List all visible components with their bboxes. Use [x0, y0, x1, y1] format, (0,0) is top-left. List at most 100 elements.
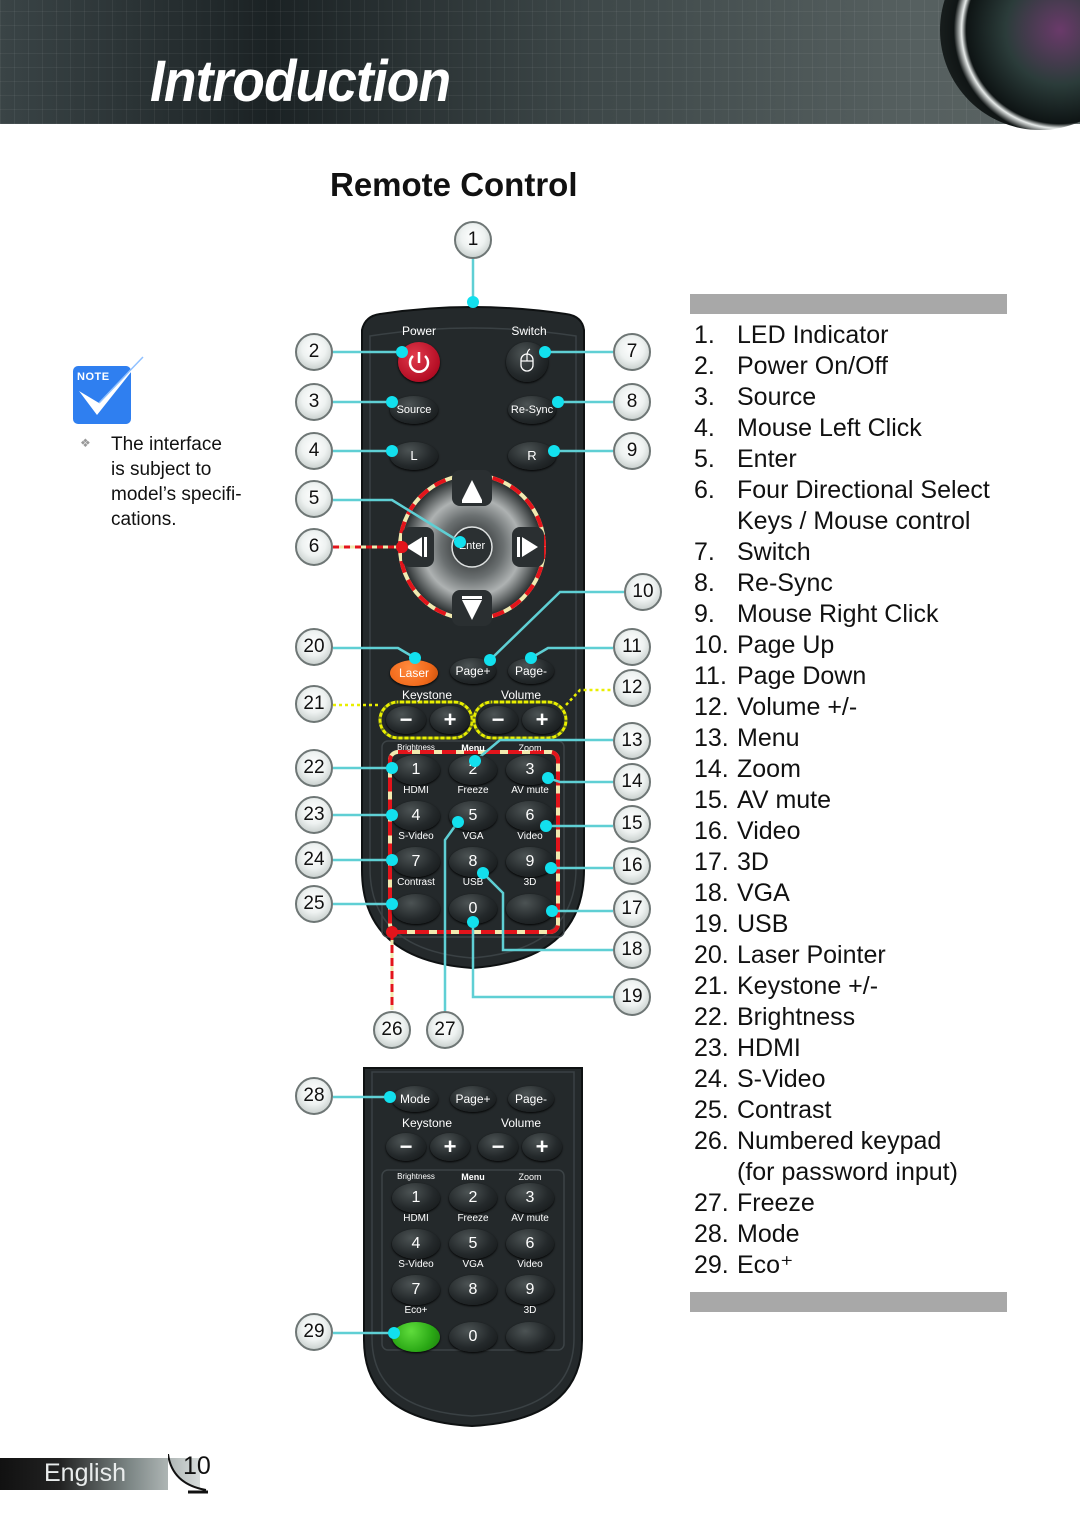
keystone-minus-button[interactable]: −	[386, 706, 426, 734]
callout-17: 17	[613, 890, 651, 928]
mode-button[interactable]: Mode	[392, 1086, 438, 1112]
page-down-button-alt[interactable]: Page-	[508, 1086, 554, 1112]
keypad-5-button[interactable]: 5	[449, 1229, 497, 1259]
legend-item-text: LED Indicator	[737, 321, 889, 349]
callout-16: 16	[613, 847, 651, 885]
resync-button[interactable]: Re-Sync	[508, 396, 556, 424]
brightness-label: Brightness	[397, 743, 435, 752]
keypad-6-button[interactable]: 6	[506, 1229, 554, 1259]
svideo-label: S-Video	[398, 1259, 434, 1270]
legend-item-number: 23.	[694, 1034, 729, 1062]
page-number: 10	[183, 1452, 211, 1480]
callout-18: 18	[613, 931, 651, 969]
legend-item: 9. Mouse Right Click	[694, 599, 1024, 630]
keypad-1-button[interactable]: 1	[392, 755, 440, 785]
legend-item-number: 2.	[694, 352, 715, 380]
legend-item: 12. Volume +/-	[694, 692, 1024, 723]
legend-item-text: VGA	[737, 879, 790, 907]
callout-anchor-dot	[467, 296, 479, 308]
legend-list: 1. LED Indicator 2. Power On/Off 3. Source 4. M…	[694, 320, 1024, 1281]
page-up-button-alt[interactable]: Page+	[450, 1086, 496, 1112]
legend-item-text: (for password input)	[737, 1158, 958, 1186]
volume-minus-button[interactable]: −	[478, 706, 518, 734]
legend-item-text: Keys / Mouse control	[737, 507, 971, 535]
callout-29: 29	[295, 1313, 333, 1351]
callout-4: 4	[295, 432, 333, 470]
legend-item: 26. Numbered keypad	[694, 1126, 1024, 1157]
legend-item-number: 5.	[694, 445, 715, 473]
legend-item: 17. 3D	[694, 847, 1024, 878]
keypad-2-button[interactable]: 2	[449, 1183, 497, 1213]
callout-anchor-dot	[386, 809, 398, 821]
legend-item: 15. AV mute	[694, 785, 1024, 816]
callout-3: 3	[295, 383, 333, 421]
legend-item-text: Source	[737, 383, 817, 411]
volume-plus-button-alt[interactable]: +	[522, 1133, 562, 1161]
keypad-1-button[interactable]: 1	[392, 1183, 440, 1213]
keystone-label: Keystone	[401, 688, 453, 702]
callout-anchor-dot	[386, 854, 398, 866]
keypad-7-button[interactable]: 7	[392, 1275, 440, 1305]
zoom-label-alt: Zoom	[518, 1172, 542, 1182]
legend-item: 18. VGA	[694, 878, 1024, 909]
volume-plus-button[interactable]: +	[522, 706, 562, 734]
legend-item-number: 4.	[694, 414, 715, 442]
legend-item-text: Zoom	[737, 755, 801, 783]
callout-2: 2	[295, 333, 333, 371]
legend-item-text: Video	[737, 817, 801, 845]
legend-bottom-bar	[690, 1292, 1007, 1312]
legend-item: 10. Page Up	[694, 630, 1024, 661]
callout-24: 24	[295, 841, 333, 879]
callout-26: 26	[373, 1011, 411, 1049]
contrast-button[interactable]	[392, 894, 440, 924]
keystone-label-alt: Keystone	[401, 1116, 453, 1130]
legend-item-text: AV mute	[737, 786, 832, 814]
legend-top-bar	[690, 294, 1007, 314]
video-label: Video	[517, 1259, 543, 1270]
callout-22: 22	[295, 749, 333, 787]
legend-item: 14. Zoom	[694, 754, 1024, 785]
keypad-0-button[interactable]: 0	[449, 1322, 497, 1352]
volume-minus-button-alt[interactable]: −	[478, 1133, 518, 1161]
legend-item: Keys / Mouse control	[694, 506, 1024, 537]
legend-item: 11. Page Down	[694, 661, 1024, 692]
menu-label: Menu	[461, 743, 485, 753]
eco-button[interactable]	[392, 1322, 440, 1352]
keypad-8-button[interactable]: 8	[449, 847, 497, 877]
three-d-label: 3D	[523, 877, 537, 888]
callout-23: 23	[295, 796, 333, 834]
callout-15: 15	[613, 805, 651, 843]
legend-item: 6. Four Directional Select	[694, 475, 1024, 506]
callout-12: 12	[613, 669, 651, 707]
svideo-label: S-Video	[398, 831, 434, 842]
keypad-7-button[interactable]: 7	[392, 847, 440, 877]
legend-item-text: Contrast	[737, 1096, 832, 1124]
legend-item-text: Volume +/-	[737, 693, 858, 721]
3d-button[interactable]	[506, 1322, 554, 1352]
keypad-3-button[interactable]: 3	[506, 1183, 554, 1213]
keypad-4-button[interactable]: 4	[392, 801, 440, 831]
freeze-label: Freeze	[457, 785, 489, 796]
eco-label: Eco+	[404, 1305, 428, 1316]
legend-item-number: 18.	[694, 879, 729, 907]
callout-19: 19	[613, 978, 651, 1016]
hdmi-label: HDMI	[403, 1213, 429, 1224]
keypad-4-button[interactable]: 4	[392, 1229, 440, 1259]
legend-item-text: Laser Pointer	[737, 941, 886, 969]
keystone-plus-button-alt[interactable]: +	[430, 1133, 470, 1161]
legend-item-number: 17.	[694, 848, 729, 876]
keystone-minus-button-alt[interactable]: −	[386, 1133, 426, 1161]
legend-item: 27. Freeze	[694, 1188, 1024, 1219]
mouse-left-button[interactable]: L	[390, 442, 438, 470]
switch-label: Switch	[511, 324, 547, 338]
callout-anchor-dot	[386, 762, 398, 774]
legend-item-text: Mouse Left Click	[737, 414, 922, 442]
keystone-plus-button[interactable]: +	[430, 706, 470, 734]
legend-item-number: 22.	[694, 1003, 729, 1031]
keypad-9-button[interactable]: 9	[506, 1275, 554, 1305]
callout-11: 11	[613, 628, 651, 666]
footer-language: English	[44, 1459, 126, 1487]
legend-item-text: USB	[737, 910, 789, 938]
keypad-8-button[interactable]: 8	[449, 1275, 497, 1305]
volume-label: Volume	[500, 688, 542, 702]
